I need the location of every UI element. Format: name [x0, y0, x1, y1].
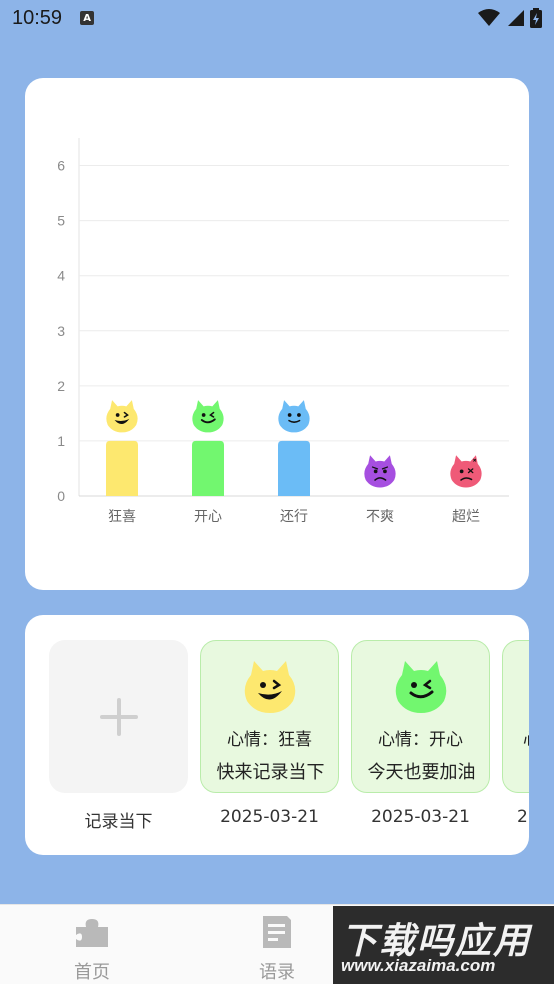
record-card-partial[interactable]: 心: [502, 640, 529, 793]
y-tick-label: 4: [57, 268, 65, 284]
add-record-caption: 记录当下: [84, 812, 153, 832]
bar-1: [106, 440, 138, 496]
nav-home-label: 首页: [74, 962, 110, 983]
happy-face-icon: [395, 661, 447, 713]
puzzle-piece-icon: [76, 919, 108, 947]
wifi-icon: [478, 9, 500, 26]
x-tick-label: 还行: [280, 509, 308, 525]
ecstatic-face-icon: [106, 400, 138, 433]
record-note: 快来记录当下: [216, 762, 325, 783]
x-tick-label: 狂喜: [108, 509, 136, 525]
signal-icon: [508, 10, 524, 26]
mood-bar-chart: 0 1 2 3 4 5 6 狂喜 开心 还行 不爽 超烂: [57, 138, 509, 525]
watermark-logo: 下载吗应用 www.xiazaima.com: [333, 906, 554, 984]
okay-face-icon: [278, 400, 310, 433]
add-record-button[interactable]: [49, 640, 188, 793]
awful-face-icon: [450, 455, 482, 488]
record-date: 2: [517, 807, 528, 827]
battery-charging-icon: [530, 8, 542, 28]
y-tick-label: 3: [57, 323, 65, 339]
y-tick-label: 0: [57, 488, 65, 504]
ecstatic-face-icon: [244, 661, 296, 713]
y-tick-label: 5: [57, 213, 65, 229]
status-bar: 10:59 A: [0, 0, 554, 36]
nav-home[interactable]: 首页: [52, 915, 132, 984]
plus-icon: [99, 697, 138, 736]
x-tick-label: 开心: [194, 509, 222, 525]
annoyed-face-icon: [364, 455, 396, 488]
y-tick-label: 2: [57, 378, 65, 394]
nav-quotes[interactable]: 语录: [237, 915, 317, 984]
a-letter-icon: A: [80, 11, 95, 25]
status-time: 10:59: [12, 6, 63, 29]
bar-3: [278, 440, 310, 496]
record-mood-text: 心情：开心: [378, 730, 463, 750]
y-tick-label: 1: [57, 433, 65, 449]
x-tick-label: 不爽: [366, 509, 394, 525]
record-note: 今天也要加油: [367, 762, 476, 783]
record-card-ecstatic[interactable]: 心情：狂喜 快来记录当下: [200, 640, 339, 793]
happy-face-icon: [192, 400, 224, 433]
records-card: 记录当下 心情：狂喜 快来记录当下 2025-03-21 心情：开心 今天也要加…: [25, 615, 529, 855]
record-mood-text: 心: [523, 725, 529, 750]
status-icons: [478, 8, 542, 28]
mood-chart-card: 0 1 2 3 4 5 6 狂喜 开心 还行 不爽 超烂: [25, 78, 529, 590]
record-card-happy[interactable]: 心情：开心 今天也要加油: [351, 640, 490, 793]
watermark-url: www.xiazaima.com: [341, 956, 496, 975]
document-icon: [263, 916, 291, 948]
bar-2: [192, 440, 224, 496]
record-date: 2025-03-21: [220, 807, 319, 827]
y-tick-label: 6: [57, 158, 65, 174]
record-mood-text: 心情：狂喜: [227, 730, 312, 750]
nav-quotes-label: 语录: [259, 962, 295, 983]
x-tick-label: 超烂: [452, 509, 480, 525]
record-date: 2025-03-21: [371, 807, 470, 827]
